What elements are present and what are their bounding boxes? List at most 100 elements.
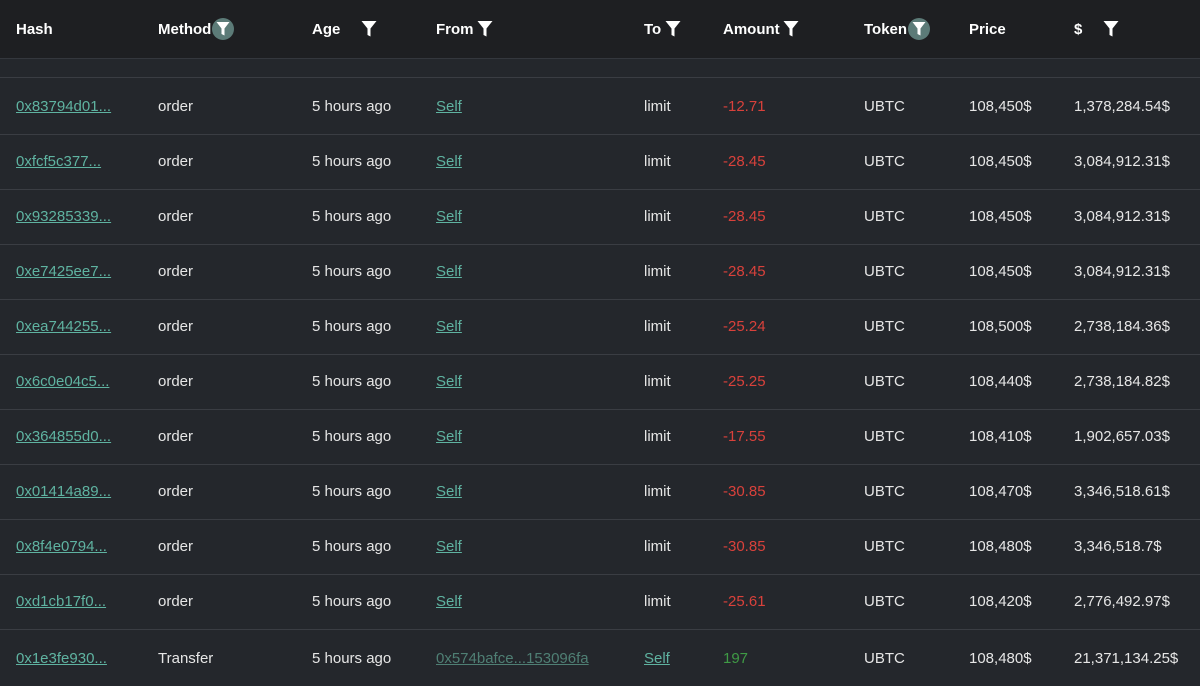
tx-hash-link[interactable]: 0xea744255...: [16, 318, 111, 335]
method-cell: order: [158, 318, 194, 335]
tx-hash-link[interactable]: 0x01414a89...: [16, 483, 111, 500]
column-label-token: Token: [864, 20, 908, 38]
price-cell: 108,500$: [969, 318, 1032, 335]
table-row: 0x6c0e04c5... order 5 hours ago Self lim…: [0, 354, 1200, 410]
amount-cell: -28.45: [723, 153, 766, 170]
table-row: 0x01414a89... order 5 hours ago Self lim…: [0, 464, 1200, 520]
column-header-age: Age: [312, 0, 378, 58]
table-row: 0x8f4e0794... order 5 hours ago Self lim…: [0, 519, 1200, 575]
amount-cell: -17.55: [723, 428, 766, 445]
tx-hash-link[interactable]: 0xfcf5c377...: [16, 153, 101, 170]
from-link[interactable]: Self: [436, 593, 462, 610]
column-header-price: Price: [969, 0, 1006, 58]
age-filter-icon[interactable]: [360, 19, 378, 39]
to-cell: limit: [644, 593, 671, 610]
amount-cell: -25.61: [723, 593, 766, 610]
from-link[interactable]: Self: [436, 98, 462, 115]
from-link[interactable]: Self: [436, 208, 462, 225]
to-cell: limit: [644, 208, 671, 225]
tx-hash-link[interactable]: 0x83794d01...: [16, 98, 111, 115]
amount-cell: -28.45: [723, 208, 766, 225]
token-cell: UBTC: [864, 593, 905, 610]
price-cell: 108,480$: [969, 650, 1032, 667]
age-cell: 5 hours ago: [312, 153, 392, 170]
table-row: 0x364855d0... order 5 hours ago Self lim…: [0, 409, 1200, 465]
from-link[interactable]: Self: [436, 373, 462, 390]
from-link[interactable]: Self: [436, 318, 462, 335]
age-cell: 5 hours ago: [312, 373, 392, 390]
from-filter-icon[interactable]: [476, 19, 494, 39]
column-header-from: From: [436, 0, 494, 58]
age-cell: 5 hours ago: [312, 650, 392, 667]
from-link[interactable]: Self: [436, 483, 462, 500]
usd-value-cell: 21,371,134.25$: [1074, 650, 1179, 667]
token-filter-icon[interactable]: [908, 18, 931, 40]
from-link[interactable]: Self: [436, 153, 462, 170]
header-divider: [0, 77, 1200, 78]
column-label-hash: Hash: [16, 20, 53, 38]
table-row: 0x83794d01... order 5 hours ago Self lim…: [0, 79, 1200, 135]
age-cell: 5 hours ago: [312, 538, 392, 555]
tx-hash-link[interactable]: 0x93285339...: [16, 208, 111, 225]
to-link[interactable]: Self: [644, 650, 670, 667]
usd-value-cell: 3,346,518.61$: [1074, 483, 1170, 500]
age-cell: 5 hours ago: [312, 318, 392, 335]
to-cell: limit: [644, 263, 671, 280]
method-cell: order: [158, 98, 194, 115]
usd-value-cell: 1,378,284.54$: [1074, 98, 1170, 115]
price-cell: 108,440$: [969, 373, 1032, 390]
tx-hash-link[interactable]: 0x8f4e0794...: [16, 538, 107, 555]
method-cell: order: [158, 263, 194, 280]
usd-value-cell: 3,084,912.31$: [1074, 208, 1170, 225]
usd-value-cell: 2,738,184.36$: [1074, 318, 1170, 335]
amount-cell: -30.85: [723, 538, 766, 555]
table-row: 0x93285339... order 5 hours ago Self lim…: [0, 189, 1200, 245]
token-cell: UBTC: [864, 263, 905, 280]
age-cell: 5 hours ago: [312, 263, 392, 280]
usd-filter-icon[interactable]: [1102, 19, 1120, 39]
from-link[interactable]: Self: [436, 428, 462, 445]
token-cell: UBTC: [864, 153, 905, 170]
column-header-hash: Hash: [16, 0, 53, 58]
token-cell: UBTC: [864, 538, 905, 555]
age-cell: 5 hours ago: [312, 208, 392, 225]
to-filter-icon[interactable]: [664, 19, 682, 39]
column-header-token: Token: [864, 0, 931, 58]
amount-cell: -28.45: [723, 263, 766, 280]
to-cell: limit: [644, 483, 671, 500]
to-cell: limit: [644, 153, 671, 170]
method-cell: order: [158, 483, 194, 500]
from-link[interactable]: Self: [436, 538, 462, 555]
tx-hash-link[interactable]: 0xd1cb17f0...: [16, 593, 106, 610]
tx-hash-link[interactable]: 0x6c0e04c5...: [16, 373, 109, 390]
usd-value-cell: 3,346,518.7$: [1074, 538, 1162, 555]
tx-hash-link[interactable]: 0xe7425ee7...: [16, 263, 111, 280]
token-cell: UBTC: [864, 428, 905, 445]
price-cell: 108,420$: [969, 593, 1032, 610]
price-cell: 108,450$: [969, 153, 1032, 170]
method-cell: order: [158, 538, 194, 555]
transactions-table: Hash Method Age From To Amount Token Pri…: [0, 0, 1200, 682]
method-cell: order: [158, 593, 194, 610]
column-label-from: From: [436, 20, 474, 38]
table-row: 0xea744255... order 5 hours ago Self lim…: [0, 299, 1200, 355]
column-label-amount: Amount: [723, 20, 780, 38]
usd-value-cell: 2,738,184.82$: [1074, 373, 1170, 390]
usd-value-cell: 2,776,492.97$: [1074, 593, 1170, 610]
column-header-to: To: [644, 0, 682, 58]
token-cell: UBTC: [864, 483, 905, 500]
token-cell: UBTC: [864, 208, 905, 225]
to-cell: limit: [644, 98, 671, 115]
age-cell: 5 hours ago: [312, 483, 392, 500]
column-label-method: Method: [158, 20, 212, 38]
amount-cell: -25.25: [723, 373, 766, 390]
tx-hash-link[interactable]: 0x364855d0...: [16, 428, 111, 445]
token-cell: UBTC: [864, 98, 905, 115]
method-filter-icon[interactable]: [212, 18, 235, 40]
price-cell: 108,450$: [969, 98, 1032, 115]
amount-cell: -12.71: [723, 98, 766, 115]
amount-filter-icon[interactable]: [782, 19, 800, 39]
tx-hash-link[interactable]: 0x1e3fe930...: [16, 650, 107, 667]
from-address-link[interactable]: 0x574bafce...153096fa: [436, 650, 589, 667]
from-link[interactable]: Self: [436, 263, 462, 280]
